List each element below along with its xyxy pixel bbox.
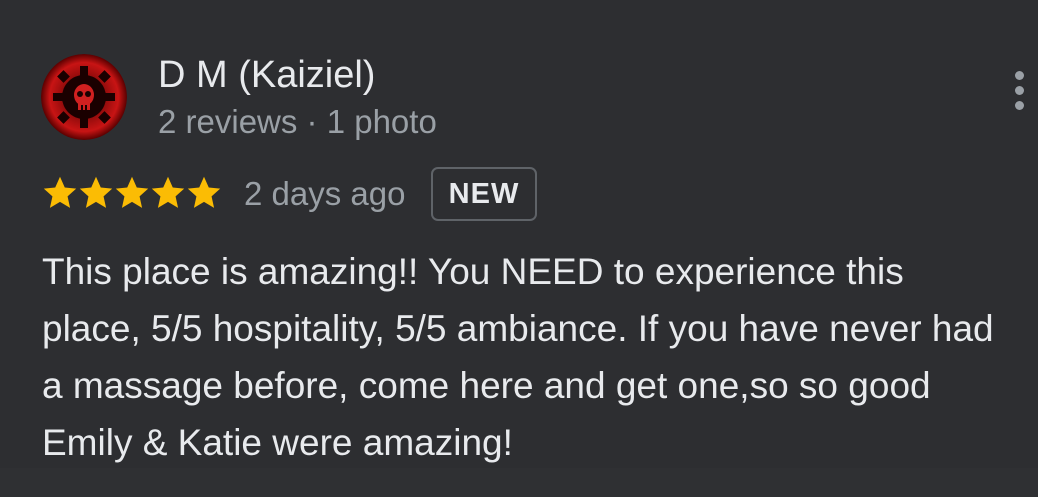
next-review-card-edge	[0, 468, 1038, 497]
star-icon	[78, 173, 114, 213]
star-icon	[186, 173, 222, 213]
star-icon	[114, 173, 150, 213]
reviewer-meta: 2 reviews · 1 photo	[158, 103, 437, 140]
review-text: This place is amazing!! You NEED to expe…	[42, 251, 994, 463]
star-rating	[42, 173, 222, 213]
review-card: D M (Kaiziel) 2 reviews · 1 photo 2 days…	[0, 0, 1038, 468]
star-icon	[42, 173, 78, 213]
more-options-button[interactable]	[1004, 66, 1034, 114]
new-badge: NEW	[431, 167, 537, 221]
star-icon	[150, 173, 186, 213]
more-vert-icon	[1014, 70, 1024, 80]
more-vert-icon-dot	[1014, 85, 1024, 95]
reviewer-name[interactable]: D M (Kaiziel)	[158, 52, 375, 98]
more-vert-icon-dot	[1014, 100, 1024, 110]
reviewer-avatar[interactable]	[41, 54, 127, 140]
avatar-image	[41, 54, 127, 140]
review-time: 2 days ago	[244, 175, 406, 212]
